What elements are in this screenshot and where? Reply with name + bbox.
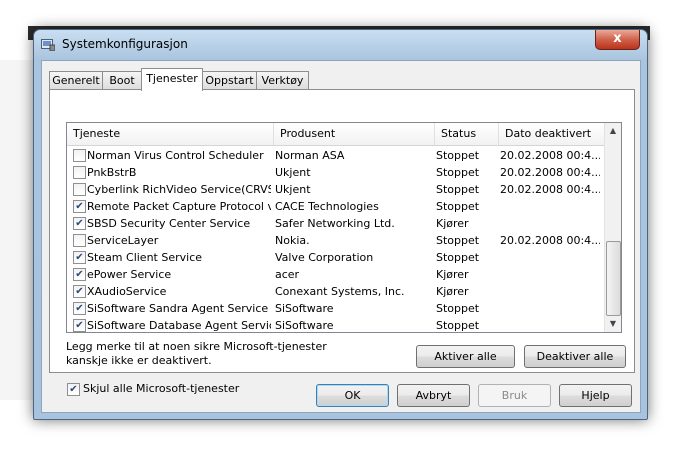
service-name-cell: ePower Service [87,268,172,281]
service-name-cell: SBSD Security Center Service [87,217,251,230]
service-checkbox[interactable]: ✔ [73,302,86,315]
status-cell: Kjører [436,285,469,298]
service-name-cell: Remote Packet Capture Protocol v... [87,200,271,213]
service-name-cell: SiSoftware Sandra Agent Service [87,302,269,315]
service-name-cell: XAudioService [87,285,167,298]
manufacturer-cell: Valve Corporation [275,251,374,264]
service-checkbox[interactable] [73,149,86,162]
status-cell: Stoppet [436,319,480,332]
disable-all-button[interactable]: Deaktiver alle [524,345,626,368]
manufacturer-cell: SiSoftware [275,319,334,332]
ok-button[interactable]: OK [316,384,389,407]
table-row[interactable]: ✔ SBSD Security Center Service Safer Netwo… [67,215,605,232]
service-checkbox[interactable]: ✔ [73,200,86,213]
tab-generelt[interactable]: Generelt [49,71,103,90]
table-row[interactable]: Norman Virus Control Scheduler Norman ASA… [67,147,605,164]
scrollbar-thumb[interactable] [606,241,621,316]
hide-microsoft-services-checkbox[interactable]: ✔ [67,383,80,396]
date-disabled-cell: 20.02.2008 00:4... [500,166,600,179]
service-checkbox[interactable]: ✔ [73,251,86,264]
service-checkbox[interactable] [73,234,86,247]
table-row[interactable]: ✔ XAudioService Conexant Systems, Inc. Kjør… [67,283,605,300]
manufacturer-cell: SiSoftware [275,302,334,315]
scroll-up-arrow-icon[interactable]: ▲ [605,123,621,139]
tab-oppstart[interactable]: Oppstart [202,71,257,90]
table-row[interactable]: ServiceLayer Nokia. Stoppet 20.02.2008 00:4… [67,232,605,249]
manufacturer-cell: Ukjent [275,183,311,196]
status-cell: Kjører [436,268,469,281]
status-cell: Stoppet [436,200,480,213]
column-header-service[interactable]: Tjeneste [67,123,274,145]
services-list[interactable]: Tjeneste Produsent Status Dato deaktiver… [66,122,622,333]
manufacturer-cell: CACE Technologies [275,200,379,213]
vertical-scrollbar[interactable]: ▲ ▼ [604,123,621,332]
window-title: Systemkonfigurasjon [62,37,188,51]
close-icon: x [613,31,622,46]
cancel-button[interactable]: Avbryt [397,384,470,407]
service-checkbox[interactable] [73,183,86,196]
status-cell: Stoppet [436,251,480,264]
apply-button[interactable]: Bruk [478,384,551,407]
manufacturer-cell: Norman ASA [275,149,345,162]
dialog-client-area: Generelt Boot Tjenester Oppstart Verktøy… [41,60,641,413]
service-name-cell: SiSoftware Database Agent Service [87,319,271,332]
table-row[interactable]: ✔ ePower Service acer Kjører [67,266,605,283]
service-checkbox[interactable]: ✔ [73,217,86,230]
status-cell: Stoppet [436,149,480,162]
service-name-cell: PnkBstrB [87,166,137,179]
service-checkbox[interactable]: ✔ [73,285,86,298]
tab-boot[interactable]: Boot [102,71,142,90]
service-checkbox[interactable]: ✔ [73,268,86,281]
msconfig-app-icon [41,39,55,51]
date-disabled-cell: 20.02.2008 00:4... [500,149,600,162]
column-header-manufacturer[interactable]: Produsent [274,123,435,145]
table-row[interactable]: Cyberlink RichVideo Service(CRVS) Ukjent S… [67,181,605,198]
service-name-cell: Norman Virus Control Scheduler [87,149,264,162]
status-cell: Stoppet [436,183,480,196]
tab-verktoy[interactable]: Verktøy [256,71,309,90]
help-button[interactable]: Hjelp [559,384,632,407]
table-row[interactable]: PnkBstrB Ukjent Stoppet 20.02.2008 00:4... [67,164,605,181]
microsoft-services-note: Legg merke til at noen sikre Microsoft-t… [66,340,327,367]
column-header-date-disabled[interactable]: Dato deaktivert [499,123,611,145]
background-desktop-left [0,60,34,400]
title-bar[interactable]: Systemkonfigurasjon x [34,30,647,60]
hide-microsoft-services-label: Skjul alle Microsoft-tjenester [83,382,240,395]
status-cell: Kjører [436,217,469,230]
manufacturer-cell: acer [275,268,300,281]
status-cell: Stoppet [436,234,480,247]
service-name-cell: Cyberlink RichVideo Service(CRVS) [87,183,271,196]
date-disabled-cell: 20.02.2008 00:4... [500,183,600,196]
status-cell: Stoppet [436,166,480,179]
date-disabled-cell: 20.02.2008 00:4... [500,234,600,247]
system-configuration-window: Systemkonfigurasjon x Generelt Boot Tjen… [33,29,648,420]
manufacturer-cell: Conexant Systems, Inc. [275,285,405,298]
table-row[interactable]: ✔ SiSoftware Sandra Agent Service SiSoftwa… [67,300,605,317]
services-panel: Tjeneste Produsent Status Dato deaktiver… [49,89,635,396]
service-name-cell: ServiceLayer [87,234,159,247]
enable-all-button[interactable]: Aktiver alle [416,345,515,368]
manufacturer-cell: Safer Networking Ltd. [275,217,395,230]
manufacturer-cell: Nokia. [275,234,310,247]
close-button[interactable]: x [595,30,640,50]
column-header-status[interactable]: Status [435,123,499,145]
scroll-down-arrow-icon[interactable]: ▼ [605,316,621,332]
service-name-cell: Steam Client Service [87,251,203,264]
table-row[interactable]: ✔ SiSoftware Database Agent Service SiSoft… [67,317,605,332]
tab-tjenester[interactable]: Tjenester [141,68,203,91]
table-row[interactable]: ✔ Remote Packet Capture Protocol v... CACE… [67,198,605,215]
status-cell: Stoppet [436,302,480,315]
list-header: Tjeneste Produsent Status Dato deaktiver… [67,123,611,146]
service-checkbox[interactable]: ✔ [73,319,86,332]
table-row[interactable]: ✔ Steam Client Service Valve Corporation St… [67,249,605,266]
manufacturer-cell: Ukjent [275,166,311,179]
service-checkbox[interactable] [73,166,86,179]
